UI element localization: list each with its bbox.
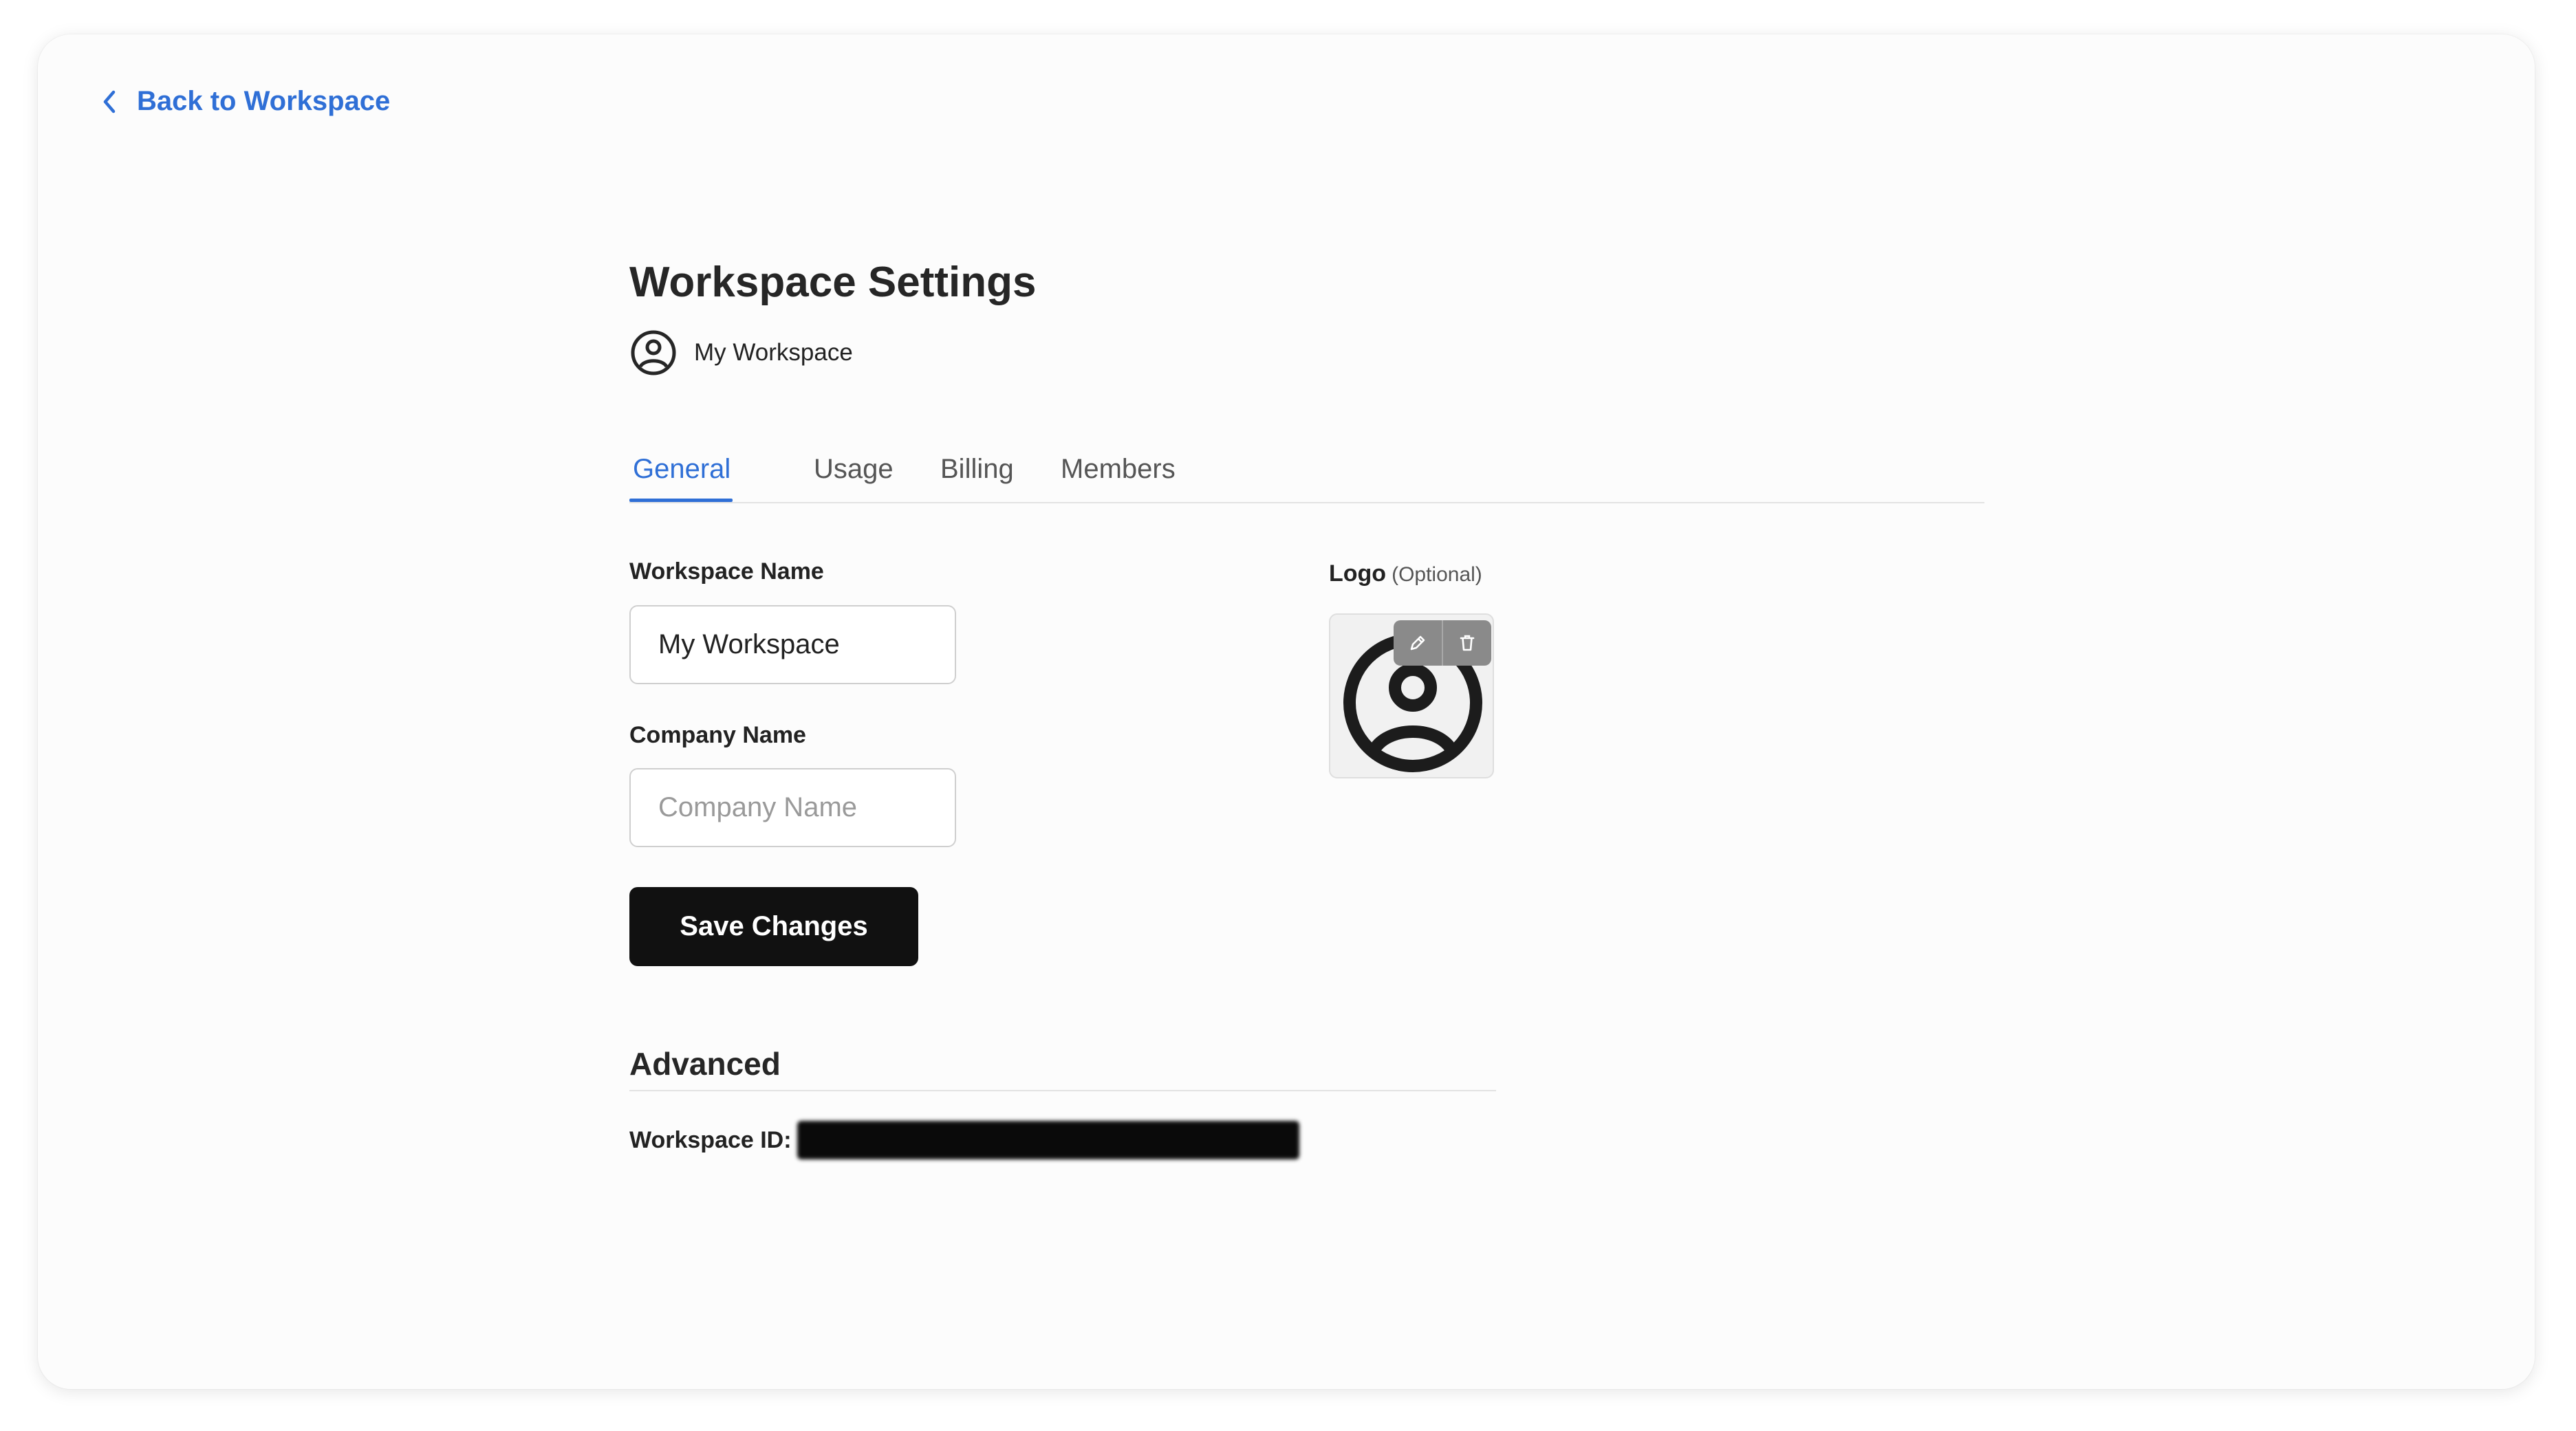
pencil-icon: [1410, 635, 1425, 651]
workspace-id-redacted: [797, 1121, 1299, 1159]
user-circle-icon: [631, 330, 676, 375]
workspace-name-text: My Workspace: [694, 339, 853, 366]
advanced-section-title: Advanced: [629, 1046, 781, 1082]
advanced-divider: [629, 1090, 1496, 1091]
tab-billing[interactable]: Billing: [940, 454, 1014, 485]
workspace-name-label: Workspace Name: [629, 558, 824, 585]
tab-general[interactable]: General: [633, 454, 730, 485]
trash-icon: [1460, 635, 1475, 651]
workspace-identity: My Workspace: [629, 329, 853, 377]
tab-usage[interactable]: Usage: [814, 454, 894, 485]
logo-actions: [1394, 620, 1491, 666]
page-title: Workspace Settings: [629, 259, 1037, 306]
active-tab-indicator: [629, 499, 733, 502]
tab-members[interactable]: Members: [1061, 454, 1176, 485]
app-window: Back to Workspace Workspace Settings My …: [38, 34, 2535, 1389]
back-link-label: Back to Workspace: [137, 86, 391, 116]
logo-label-text: Logo: [1329, 560, 1387, 587]
back-to-workspace-link[interactable]: Back to Workspace: [100, 86, 390, 117]
workspace-name-input[interactable]: [629, 605, 956, 684]
workspace-id-label: Workspace ID:: [629, 1126, 792, 1153]
workspace-id-row: Workspace ID:: [629, 1121, 1299, 1159]
logo-optional-text: (Optional): [1392, 563, 1482, 586]
settings-tabs: General Usage Billing Members: [629, 447, 1984, 503]
logo-label: Logo (Optional): [1329, 560, 1482, 587]
logo-preview[interactable]: [1329, 613, 1494, 778]
chevron-left-icon: [103, 90, 116, 113]
delete-logo-button[interactable]: [1442, 620, 1491, 666]
company-name-input[interactable]: [629, 768, 956, 847]
edit-logo-button[interactable]: [1394, 620, 1442, 666]
company-name-label: Company Name: [629, 722, 806, 748]
save-changes-button[interactable]: Save Changes: [629, 887, 918, 966]
